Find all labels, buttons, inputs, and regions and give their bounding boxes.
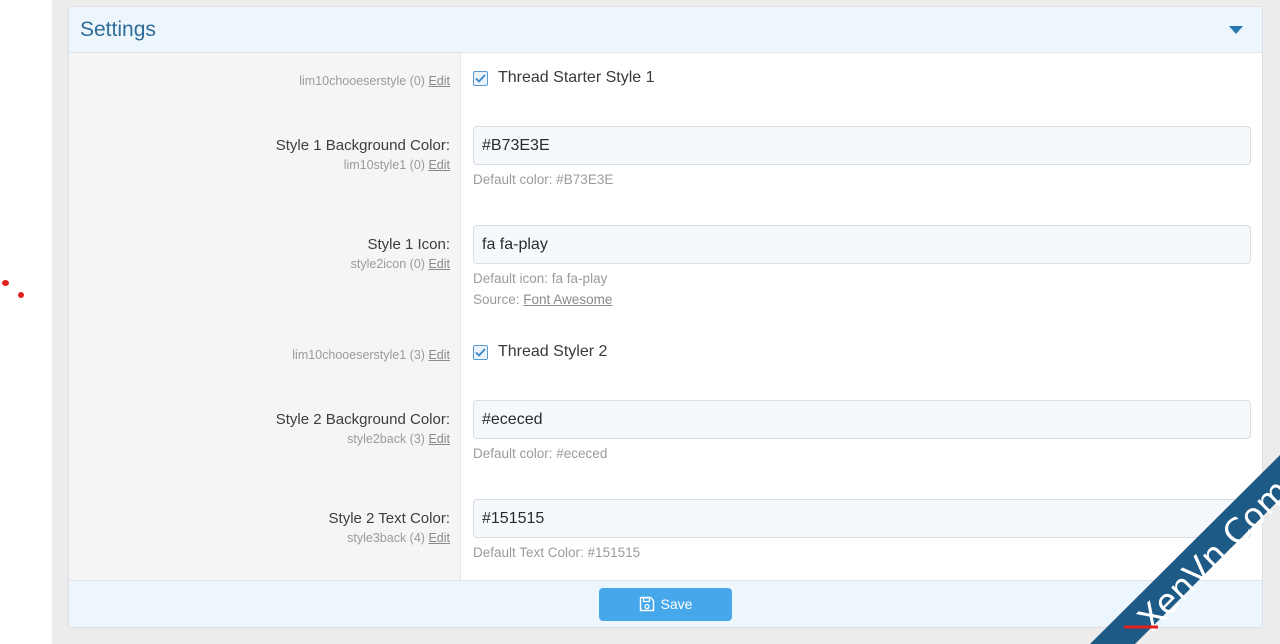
option-hint: Default icon: fa fa-play Source: Font Aw… [473, 271, 613, 307]
option-label: Style 2 Background Color: [275, 411, 450, 428]
checkmark-icon [475, 347, 486, 357]
save-button[interactable]: Save [599, 587, 732, 621]
style-1-icon-input[interactable] [473, 225, 1251, 264]
floppy-disk-icon [639, 596, 655, 612]
style-2-text-color-input[interactable] [473, 499, 1251, 538]
font-awesome-link[interactable]: Font Awesome [523, 292, 612, 307]
option-label: Style 1 Icon: [367, 236, 450, 253]
thread-styler-2-checkbox[interactable] [473, 344, 488, 360]
checkbox-label: Thread Starter Style 1 [498, 69, 655, 86]
red-dot [2, 280, 9, 286]
option-hint: Default color: #ececed [473, 446, 608, 461]
label-column [69, 53, 461, 581]
checkmark-icon [475, 73, 486, 83]
form-body: lim10chooeserstyle (0) Edit Thread Start… [69, 53, 1262, 581]
panel-title: Settings [80, 17, 156, 41]
edit-link[interactable]: Edit [428, 257, 450, 271]
option-id: style3back (4) Edit [347, 531, 450, 545]
option-label: Style 1 Background Color: [275, 137, 450, 154]
edit-link[interactable]: Edit [428, 158, 450, 172]
checkbox-label: Thread Styler 2 [498, 343, 608, 360]
settings-panel: Settings lim10chooeserstyle (0) Edit Thr… [68, 6, 1263, 628]
style-1-background-color-input[interactable] [473, 126, 1251, 165]
panel-header: Settings [69, 7, 1262, 53]
option-id: style2icon (0) Edit [350, 257, 450, 271]
option-id: lim10style1 (0) Edit [343, 158, 450, 172]
edit-link[interactable]: Edit [428, 432, 450, 446]
option-id: style2back (3) Edit [347, 432, 450, 446]
save-label: Save [660, 596, 693, 612]
option-label: Style 2 Text Color: [328, 510, 450, 527]
option-id: lim10chooeserstyle1 (3) Edit [292, 348, 450, 362]
option-hint: Default color: #B73E3E [473, 172, 614, 187]
thread-starter-style-1-checkbox[interactable] [473, 70, 488, 86]
caret-down-icon[interactable] [1229, 25, 1243, 34]
option-id: lim10chooeserstyle (0) Edit [299, 74, 450, 88]
edit-link[interactable]: Edit [428, 74, 450, 88]
edit-link[interactable]: Edit [428, 348, 450, 362]
edit-link[interactable]: Edit [428, 531, 450, 545]
style-2-background-color-input[interactable] [473, 400, 1251, 439]
option-hint: Default Text Color: #151515 [473, 545, 641, 560]
form-submit-row: Save [69, 580, 1262, 627]
left-margin [0, 0, 52, 644]
red-dot [18, 292, 24, 298]
